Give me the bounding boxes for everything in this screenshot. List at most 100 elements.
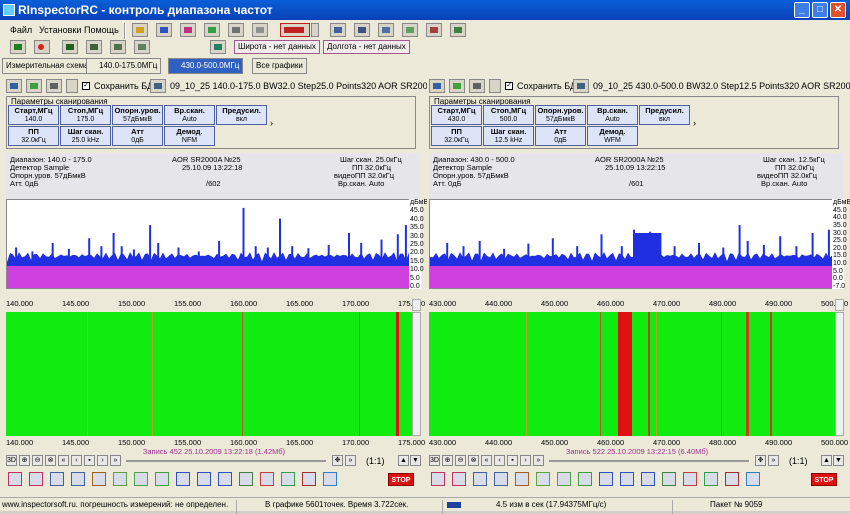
analysis-tool-icon[interactable] bbox=[8, 472, 22, 486]
panel-grid-icon[interactable] bbox=[469, 79, 485, 93]
antenna-icon[interactable] bbox=[330, 23, 346, 37]
param-button[interactable]: Атт 0дБ bbox=[112, 126, 163, 146]
tab-all-graphs[interactable]: Все графики bbox=[252, 58, 307, 74]
analysis-tool-icon[interactable] bbox=[260, 472, 274, 486]
nav-button[interactable]: » bbox=[110, 455, 121, 466]
receiver-icon[interactable] bbox=[354, 23, 370, 37]
database-icon[interactable] bbox=[450, 23, 466, 37]
signal-dropdown-icon[interactable] bbox=[311, 23, 319, 37]
save-db-checkbox[interactable]: ✓ bbox=[82, 82, 90, 90]
table-icon[interactable] bbox=[402, 23, 418, 37]
nav-button[interactable]: ⊕ bbox=[442, 455, 453, 466]
nav-down-icon[interactable]: ▼ bbox=[833, 455, 844, 466]
analysis-tool-icon[interactable] bbox=[323, 472, 337, 486]
spectrum-icon[interactable] bbox=[180, 23, 196, 37]
analysis-tool-icon[interactable] bbox=[176, 472, 190, 486]
panel-monitor-icon[interactable] bbox=[429, 79, 445, 93]
analysis-tool-icon[interactable] bbox=[515, 472, 529, 486]
gps-icon[interactable] bbox=[210, 40, 226, 54]
nav-track[interactable] bbox=[126, 460, 326, 462]
param-button[interactable]: Предусил. вкл bbox=[639, 105, 690, 125]
analysis-tool-icon[interactable] bbox=[431, 472, 445, 486]
analysis-tool-icon[interactable] bbox=[725, 472, 739, 486]
record-icon[interactable] bbox=[34, 40, 50, 54]
save-db-checkbox[interactable]: ✓ bbox=[505, 82, 513, 90]
param-button[interactable]: Предусил. вкл bbox=[216, 105, 267, 125]
param-button[interactable]: ПП 32.0кГц bbox=[8, 126, 59, 146]
scan-icon[interactable] bbox=[62, 40, 78, 54]
nav-button[interactable]: 3D bbox=[429, 455, 440, 466]
minimize-icon[interactable]: _ bbox=[794, 2, 810, 18]
report-icon[interactable] bbox=[426, 23, 442, 37]
analysis-tool-icon[interactable] bbox=[239, 472, 253, 486]
params-more-icon[interactable]: › bbox=[693, 118, 696, 128]
panel-collapse-icon[interactable] bbox=[66, 79, 78, 93]
file-icon[interactable] bbox=[573, 79, 589, 93]
param-button[interactable]: Старт,МГц 140.0 bbox=[8, 105, 59, 125]
panel-grid-icon[interactable] bbox=[46, 79, 62, 93]
param-button[interactable]: Вр.скан. Auto bbox=[164, 105, 215, 125]
tab-measurement-scheme[interactable]: Измерительная схема bbox=[2, 58, 93, 74]
analysis-tool-icon[interactable] bbox=[662, 472, 676, 486]
nav-button[interactable]: 3D bbox=[6, 455, 17, 466]
scroll-up-icon[interactable] bbox=[835, 299, 844, 311]
waterfall-scrollbar[interactable] bbox=[835, 312, 844, 436]
analysis-tool-icon[interactable] bbox=[473, 472, 487, 486]
waterfall-icon[interactable] bbox=[204, 23, 220, 37]
panel-collapse-icon[interactable] bbox=[489, 79, 501, 93]
nav-end-icon[interactable]: » bbox=[345, 455, 356, 466]
panel-monitor-icon[interactable] bbox=[6, 79, 22, 93]
nav-move-icon[interactable]: ✥ bbox=[755, 455, 766, 466]
analysis-tool-icon[interactable] bbox=[683, 472, 697, 486]
analysis-tool-icon[interactable] bbox=[578, 472, 592, 486]
param-button[interactable]: Стоп,МГц 175.0 bbox=[60, 105, 111, 125]
nav-button[interactable]: › bbox=[97, 455, 108, 466]
panel-chart-icon[interactable] bbox=[26, 79, 42, 93]
menu-file[interactable]: Файл bbox=[10, 25, 32, 35]
param-button[interactable]: Шаг скан. 25.0 kHz bbox=[60, 126, 111, 146]
spectrum-plot[interactable] bbox=[6, 199, 412, 289]
analysis-tool-icon[interactable] bbox=[113, 472, 127, 486]
params-more-icon[interactable]: › bbox=[270, 118, 273, 128]
nav-button[interactable]: » bbox=[533, 455, 544, 466]
analysis-tool-icon[interactable] bbox=[452, 472, 466, 486]
panel-chart-icon[interactable] bbox=[449, 79, 465, 93]
analysis-tool-icon[interactable] bbox=[218, 472, 232, 486]
param-button[interactable]: Демод. WFM bbox=[587, 126, 638, 146]
file-icon[interactable] bbox=[150, 79, 166, 93]
connect-icon[interactable] bbox=[132, 23, 148, 37]
analysis-tool-icon[interactable] bbox=[536, 472, 550, 486]
nav-button[interactable]: › bbox=[520, 455, 531, 466]
analysis-tool-icon[interactable] bbox=[134, 472, 148, 486]
menu-help[interactable]: Помощь bbox=[84, 25, 119, 35]
nav-button[interactable]: ‹ bbox=[71, 455, 82, 466]
nav-button[interactable]: ⊗ bbox=[468, 455, 479, 466]
param-button[interactable]: Вр.скан. Auto bbox=[587, 105, 638, 125]
scroll-up-icon[interactable] bbox=[412, 299, 421, 311]
delete-icon[interactable] bbox=[252, 23, 268, 37]
waterfall-plot[interactable] bbox=[429, 312, 835, 436]
nav-button[interactable]: ⊖ bbox=[455, 455, 466, 466]
stop-button[interactable]: STOP bbox=[388, 473, 414, 486]
close-icon[interactable]: ✕ bbox=[830, 2, 846, 18]
analysis-tool-icon[interactable] bbox=[302, 472, 316, 486]
nav-up-icon[interactable]: ▲ bbox=[821, 455, 832, 466]
nav-end-icon[interactable]: » bbox=[768, 455, 779, 466]
param-button[interactable]: Атт 0дБ bbox=[535, 126, 586, 146]
nav-move-icon[interactable]: ✥ bbox=[332, 455, 343, 466]
nav-button[interactable]: ▪ bbox=[84, 455, 95, 466]
nav-button[interactable]: « bbox=[58, 455, 69, 466]
analysis-tool-icon[interactable] bbox=[281, 472, 295, 486]
param-button[interactable]: Старт,МГц 430.0 bbox=[431, 105, 482, 125]
param-button[interactable]: Опорн.уров. 57дБмкВ bbox=[535, 105, 586, 125]
nav-up-icon[interactable]: ▲ bbox=[398, 455, 409, 466]
maximize-icon[interactable]: □ bbox=[812, 2, 828, 18]
monitor-icon[interactable] bbox=[378, 23, 394, 37]
analysis-tool-icon[interactable] bbox=[620, 472, 634, 486]
scan-tools-icon[interactable] bbox=[110, 40, 126, 54]
waterfall-plot[interactable] bbox=[6, 312, 412, 436]
stop-button[interactable]: STOP bbox=[811, 473, 837, 486]
param-button[interactable]: ПП 32.0кГц bbox=[431, 126, 482, 146]
analysis-tool-icon[interactable] bbox=[155, 472, 169, 486]
param-button[interactable]: Шаг скан. 12.5 kHz bbox=[483, 126, 534, 146]
